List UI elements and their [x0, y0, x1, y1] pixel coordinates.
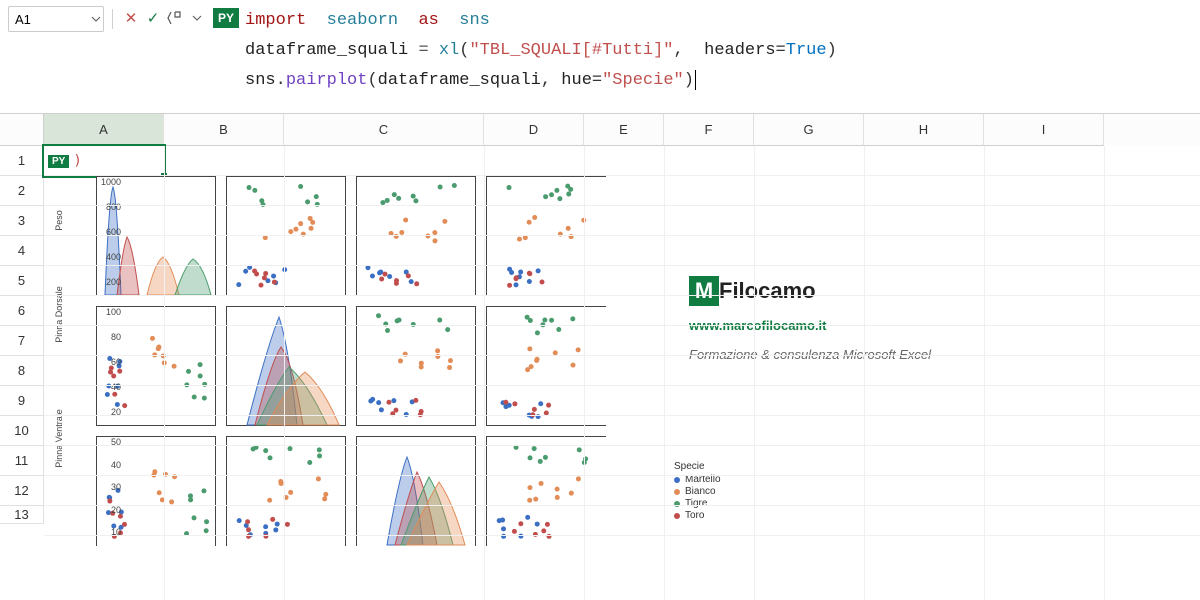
row-header-5[interactable]: 5 [0, 266, 44, 296]
col-header-c[interactable]: C [284, 114, 484, 146]
row-header-8[interactable]: 8 [0, 356, 44, 386]
grid-body[interactable]: PY ) Peso [44, 146, 1200, 600]
formula-buttons: ✕ ✓ [121, 8, 207, 28]
col-header-f[interactable]: F [664, 114, 754, 146]
col-header-a[interactable]: A [44, 114, 164, 146]
col-header-d[interactable]: D [484, 114, 584, 146]
row-header-13[interactable]: 13 [0, 506, 44, 524]
formula-bar: ✕ ✓ PY import seaborn as sns dataframe_s… [0, 0, 1200, 114]
col-header-i[interactable]: I [984, 114, 1104, 146]
code-editor[interactable]: import seaborn as sns dataframe_squali =… [245, 6, 837, 96]
col-header-e[interactable]: E [584, 114, 664, 146]
row-header-4[interactable]: 4 [0, 236, 44, 266]
col-header-h[interactable]: H [864, 114, 984, 146]
row-header-1[interactable]: 1 [0, 146, 44, 176]
row-header-11[interactable]: 11 [0, 446, 44, 476]
row-header-10[interactable]: 10 [0, 416, 44, 446]
row-header-7[interactable]: 7 [0, 326, 44, 356]
name-box-dropdown[interactable] [87, 7, 103, 31]
python-code-block[interactable]: PY import seaborn as sns dataframe_squal… [213, 6, 837, 96]
name-box-input[interactable] [9, 12, 87, 27]
python-chip: PY [213, 8, 239, 28]
name-box[interactable] [8, 6, 104, 32]
row-header-9[interactable]: 9 [0, 386, 44, 416]
row-header-6[interactable]: 6 [0, 296, 44, 326]
dropdown-icon[interactable] [187, 8, 207, 28]
column-headers: ABCDEFGHI [44, 114, 1200, 146]
row-headers: 12345678910111213 [0, 114, 44, 600]
confirm-icon[interactable]: ✓ [143, 8, 163, 28]
row-header-3[interactable]: 3 [0, 206, 44, 236]
text-cursor [695, 70, 696, 90]
row-header-2[interactable]: 2 [0, 176, 44, 206]
select-all-corner[interactable] [0, 114, 44, 146]
spreadsheet-grid: 12345678910111213 ABCDEFGHI PY ) Peso [0, 114, 1200, 600]
col-header-g[interactable]: G [754, 114, 864, 146]
divider [112, 9, 113, 29]
row-header-12[interactable]: 12 [0, 476, 44, 506]
col-header-b[interactable]: B [164, 114, 284, 146]
python-output-icon[interactable] [165, 8, 185, 28]
cancel-icon[interactable]: ✕ [121, 8, 141, 28]
